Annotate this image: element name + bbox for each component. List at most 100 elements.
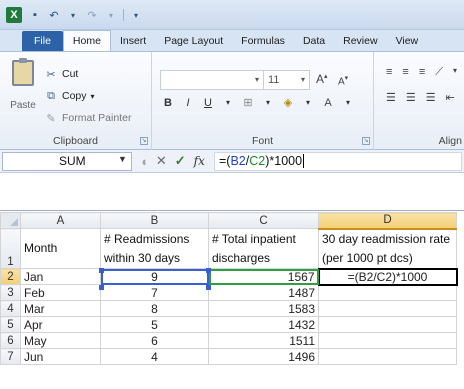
paste-button[interactable]: Paste [8,58,38,114]
copy-dropdown-icon[interactable]: ▾ [91,92,95,101]
b2-range-handle-tr[interactable] [206,268,211,273]
name-box[interactable]: SUM [2,152,132,171]
align-left-icon[interactable]: ☰ [386,91,396,104]
cell-c1[interactable]: # Total inpatient discharges [208,228,319,269]
undo-dropdown-icon[interactable]: ▾ [66,8,80,22]
select-all-button[interactable] [0,212,21,229]
font-family-box[interactable]: ▾ [160,70,264,90]
italic-button[interactable]: I [182,97,194,109]
enter-check-icon[interactable]: ✓ [175,153,186,169]
tab-page-layout[interactable]: Page Layout [155,31,232,51]
cut-button[interactable]: ✂ Cut [44,66,78,82]
cell-month[interactable]: May [20,332,101,349]
column-header-d[interactable]: D [318,212,457,230]
cell-readmissions[interactable]: 6 [100,332,209,349]
borders-icon[interactable]: ⊞ [242,96,254,109]
tab-insert[interactable]: Insert [111,31,155,51]
row-header[interactable]: 6 [0,332,21,349]
row-header[interactable]: 3 [0,284,21,301]
fill-color-dropdown-icon[interactable]: ▾ [302,98,314,107]
bold-button[interactable]: B [162,97,174,109]
decrease-indent-icon[interactable]: ⇤ [446,91,455,104]
cell-rate[interactable] [318,284,457,301]
borders-dropdown-icon[interactable]: ▾ [262,98,274,107]
excel-logo-icon[interactable]: X [6,7,22,23]
column-header-b[interactable]: B [100,212,209,229]
redo-icon[interactable]: ↷ [85,8,99,22]
cell-discharges[interactable]: 1511 [208,332,319,349]
cell-b1[interactable]: # Readmissions within 30 days [100,228,209,269]
cell-rate[interactable] [318,332,457,349]
tab-review[interactable]: Review [334,31,386,51]
align-center-icon[interactable]: ☰ [406,91,416,104]
cell-discharges[interactable]: 1487 [208,284,319,301]
cell-month[interactable]: Jun [20,348,101,365]
underline-dropdown-icon[interactable]: ▾ [222,98,234,107]
copy-icon: ⧉ [47,89,55,102]
cell-rate[interactable] [318,300,457,317]
format-painter-button[interactable]: ✎ Format Painter [44,110,131,126]
cell-rate[interactable] [318,348,457,365]
fill-color-icon[interactable]: ◈ [282,96,294,109]
font-family-dropdown-icon[interactable]: ▾ [255,71,259,89]
shrink-font-icon[interactable]: A▾ [338,74,348,87]
clipboard-launcher-icon[interactable]: ↘ [140,137,148,145]
tab-file[interactable]: File [22,31,63,51]
align-top-icon[interactable]: ≡ [386,66,392,79]
insert-function-icon[interactable]: fx [194,154,205,168]
active-cell-d2[interactable]: =(B2/C2)*1000 [317,267,458,286]
cell-discharges[interactable]: 1496 [208,348,319,365]
align-right-icon[interactable]: ☰ [426,91,436,104]
align-bottom-icon[interactable]: ≡ [419,66,425,79]
cell-rate[interactable] [318,316,457,333]
font-color-icon[interactable]: A [322,97,334,109]
column-header-a[interactable]: A [20,212,101,229]
copy-button[interactable]: ⧉ Copy ▾ [44,88,95,104]
save-icon[interactable]: ▪ [28,8,42,22]
b2-range-handle-tl[interactable] [99,268,104,273]
font-size-dropdown-icon[interactable]: ▾ [301,71,305,89]
tab-data[interactable]: Data [294,31,334,51]
customize-icon[interactable]: ▾ [129,8,143,22]
font-size-box[interactable]: 11 ▾ [264,70,310,90]
row-header[interactable]: 1 [0,228,21,269]
row-header[interactable]: 5 [0,316,21,333]
undo-icon[interactable]: ↶ [47,8,61,22]
cancel-icon[interactable]: ✕ [156,153,167,169]
column-header-c[interactable]: C [208,212,319,229]
orientation-dropdown-icon[interactable]: ▾ [453,66,457,79]
align-middle-icon[interactable]: ≡ [402,66,408,79]
cell-month[interactable]: Apr [20,316,101,333]
font-color-dropdown-icon[interactable]: ▾ [342,98,354,107]
cell-readmissions[interactable]: 8 [100,300,209,317]
redo-dropdown-icon[interactable]: ▾ [104,8,118,22]
cell-readmissions[interactable]: 9 [100,268,209,285]
cell-discharges[interactable]: 1583 [208,300,319,317]
row-header[interactable]: 2 [0,268,21,285]
row-header[interactable]: 4 [0,300,21,317]
cell-discharges[interactable]: 1432 [208,316,319,333]
tab-formulas[interactable]: Formulas [232,31,294,51]
formula-bar-resize-icon[interactable]: ◖ [140,154,148,169]
tab-view[interactable]: View [387,31,428,51]
formula-input[interactable]: =(B2/C2)*1000 [214,152,462,171]
b2-range-handle-br[interactable] [206,285,211,290]
tab-home[interactable]: Home [62,30,111,51]
underline-button[interactable]: U [202,97,214,109]
cell-discharges[interactable]: 1567 [208,268,319,285]
cell-readmissions[interactable]: 7 [100,284,209,301]
formula-bar-expanded-area[interactable] [0,173,464,211]
cell-month[interactable]: Feb [20,284,101,301]
cell-a1[interactable]: Month [20,228,101,269]
row-header[interactable]: 7 [0,348,21,365]
cell-month[interactable]: Jan [20,268,101,285]
b2-range-handle-bl[interactable] [99,285,104,290]
cell-d1[interactable]: 30 day readmission rate (per 1000 pt dcs… [318,228,457,269]
font-launcher-icon[interactable]: ↘ [362,137,370,145]
cell-month[interactable]: Mar [20,300,101,317]
name-box-dropdown-icon[interactable]: ▼ [118,154,127,164]
cell-readmissions[interactable]: 5 [100,316,209,333]
grow-font-icon[interactable]: A▴ [316,72,328,86]
orientation-icon[interactable]: ⟋ [435,66,443,79]
cell-readmissions[interactable]: 4 [100,348,209,365]
